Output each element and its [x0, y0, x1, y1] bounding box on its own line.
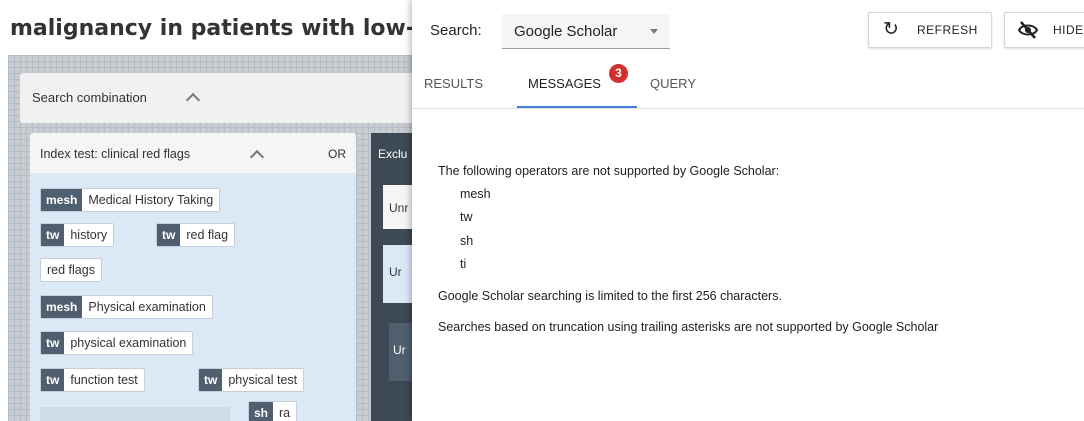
exclusion-subgroup-label: Ur — [393, 343, 406, 357]
panel-tabs: RESULTS MESSAGES 3 QUERY — [412, 60, 1084, 109]
unsupported-operator: ti — [460, 257, 467, 271]
active-tab-indicator — [517, 106, 637, 108]
tab-query[interactable]: QUERY — [650, 76, 696, 91]
search-term[interactable]: tw physical examination — [40, 331, 194, 355]
search-combination-header[interactable]: Search combination — [20, 73, 412, 123]
field-tag: mesh — [41, 189, 83, 211]
search-term[interactable]: mesh Medical History Taking — [40, 188, 221, 212]
search-builder-pane: malignancy in patients with low-back pai… — [0, 0, 412, 421]
exclusion-group: Exclu Unr Ur Ur — [371, 133, 412, 421]
exclusion-subgroup[interactable]: Ur — [389, 323, 412, 381]
search-engine-value: Google Scholar — [514, 23, 618, 40]
term-text: red flag — [186, 228, 229, 242]
term-text: red flags — [47, 263, 95, 277]
hide-button[interactable]: HIDE — [1004, 12, 1084, 48]
search-term[interactable]: mesh Physical examination — [40, 295, 213, 319]
caret-down-icon — [650, 29, 658, 34]
search-term[interactable]: red flags — [40, 258, 102, 282]
tab-messages[interactable]: MESSAGES — [528, 76, 601, 91]
nested-group-placeholder — [40, 407, 230, 421]
unsupported-operator: tw — [460, 210, 473, 224]
term-text: ra — [279, 406, 291, 420]
field-tag: tw — [41, 332, 65, 354]
index-test-group-label: Index test: clinical red flags — [40, 147, 191, 161]
panel-toolbar: Search: Google Scholar ↻ REFRESH HIDE — [412, 0, 1084, 60]
field-tag: tw — [157, 224, 181, 246]
chevron-up-icon[interactable] — [185, 92, 201, 108]
hide-button-label: HIDE — [1053, 23, 1084, 37]
results-panel: Search: Google Scholar ↻ REFRESH HIDE RE… — [412, 0, 1084, 421]
chevron-up-icon[interactable] — [249, 149, 265, 165]
search-engine-label: Search: — [430, 22, 482, 39]
exclusion-subgroup[interactable]: Ur — [383, 245, 412, 303]
term-text: function test — [70, 373, 138, 387]
term-text: physical test — [228, 373, 298, 387]
group-operator[interactable]: OR — [328, 147, 346, 161]
exclusion-subgroup-label: Ur — [389, 265, 402, 279]
term-text: Physical examination — [88, 300, 206, 314]
search-combination-label: Search combination — [32, 90, 147, 105]
exclusion-subgroup[interactable]: Unr — [383, 185, 412, 229]
search-term[interactable]: sh ra — [248, 401, 298, 421]
field-tag: tw — [41, 224, 65, 246]
eye-off-icon — [1017, 20, 1039, 45]
search-term[interactable]: tw history — [40, 223, 115, 247]
index-test-group: Index test: clinical red flags OR mesh M… — [30, 133, 356, 421]
unsupported-operator: sh — [460, 234, 474, 248]
field-tag: mesh — [41, 296, 83, 318]
unsupported-operator: mesh — [460, 187, 491, 201]
unsupported-operators-message: The following operators are not supporte… — [438, 164, 780, 178]
truncation-message: Searches based on truncation using trail… — [438, 320, 939, 334]
exclusion-subgroup-label: Unr — [389, 201, 409, 215]
search-term[interactable]: tw function test — [40, 368, 145, 392]
index-test-group-header[interactable]: Index test: clinical red flags OR — [30, 133, 356, 173]
messages-count-badge: 3 — [609, 64, 628, 83]
refresh-button-label: REFRESH — [917, 23, 978, 37]
document-title: malignancy in patients with low-back pai… — [10, 16, 412, 41]
term-text: physical examination — [70, 336, 187, 350]
term-text: Medical History Taking — [88, 193, 214, 207]
search-term[interactable]: tw red flag — [156, 223, 236, 247]
character-limit-message: Google Scholar searching is limited to t… — [438, 289, 782, 303]
search-term[interactable]: tw physical test — [198, 368, 305, 392]
exclusion-group-label: Exclu — [378, 147, 408, 161]
term-text: history — [70, 228, 108, 242]
search-engine-select[interactable]: Google Scholar — [502, 14, 670, 49]
field-tag: sh — [249, 402, 274, 421]
refresh-button[interactable]: ↻ REFRESH — [868, 12, 992, 48]
field-tag: tw — [41, 369, 65, 391]
field-tag: tw — [199, 369, 223, 391]
tab-results[interactable]: RESULTS — [424, 76, 483, 91]
refresh-icon: ↻ — [883, 19, 899, 40]
